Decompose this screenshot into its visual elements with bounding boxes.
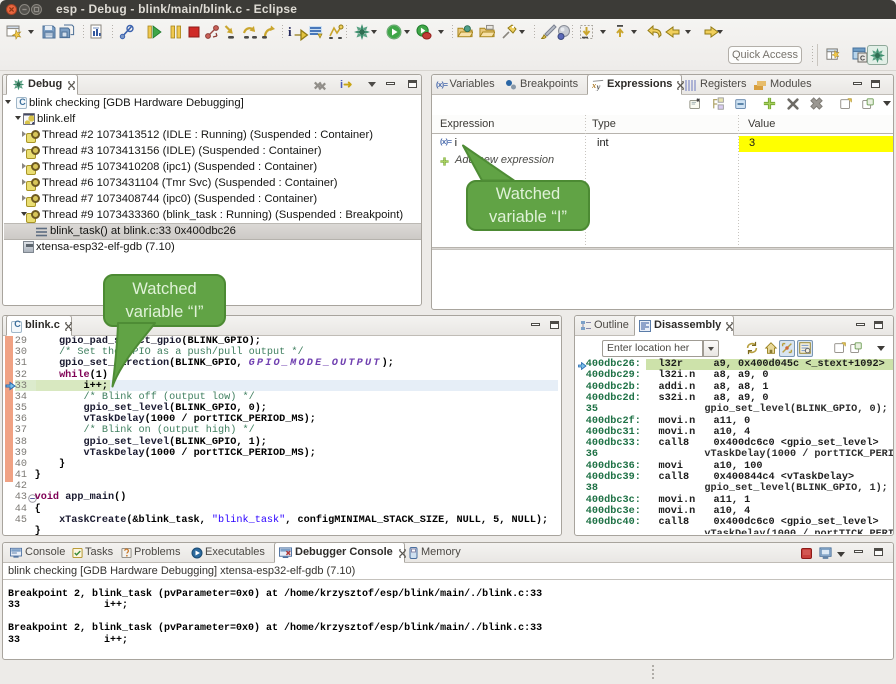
- svg-text:y: y: [596, 83, 601, 91]
- svg-text:x: x: [592, 81, 596, 90]
- svg-text:C: C: [860, 56, 865, 63]
